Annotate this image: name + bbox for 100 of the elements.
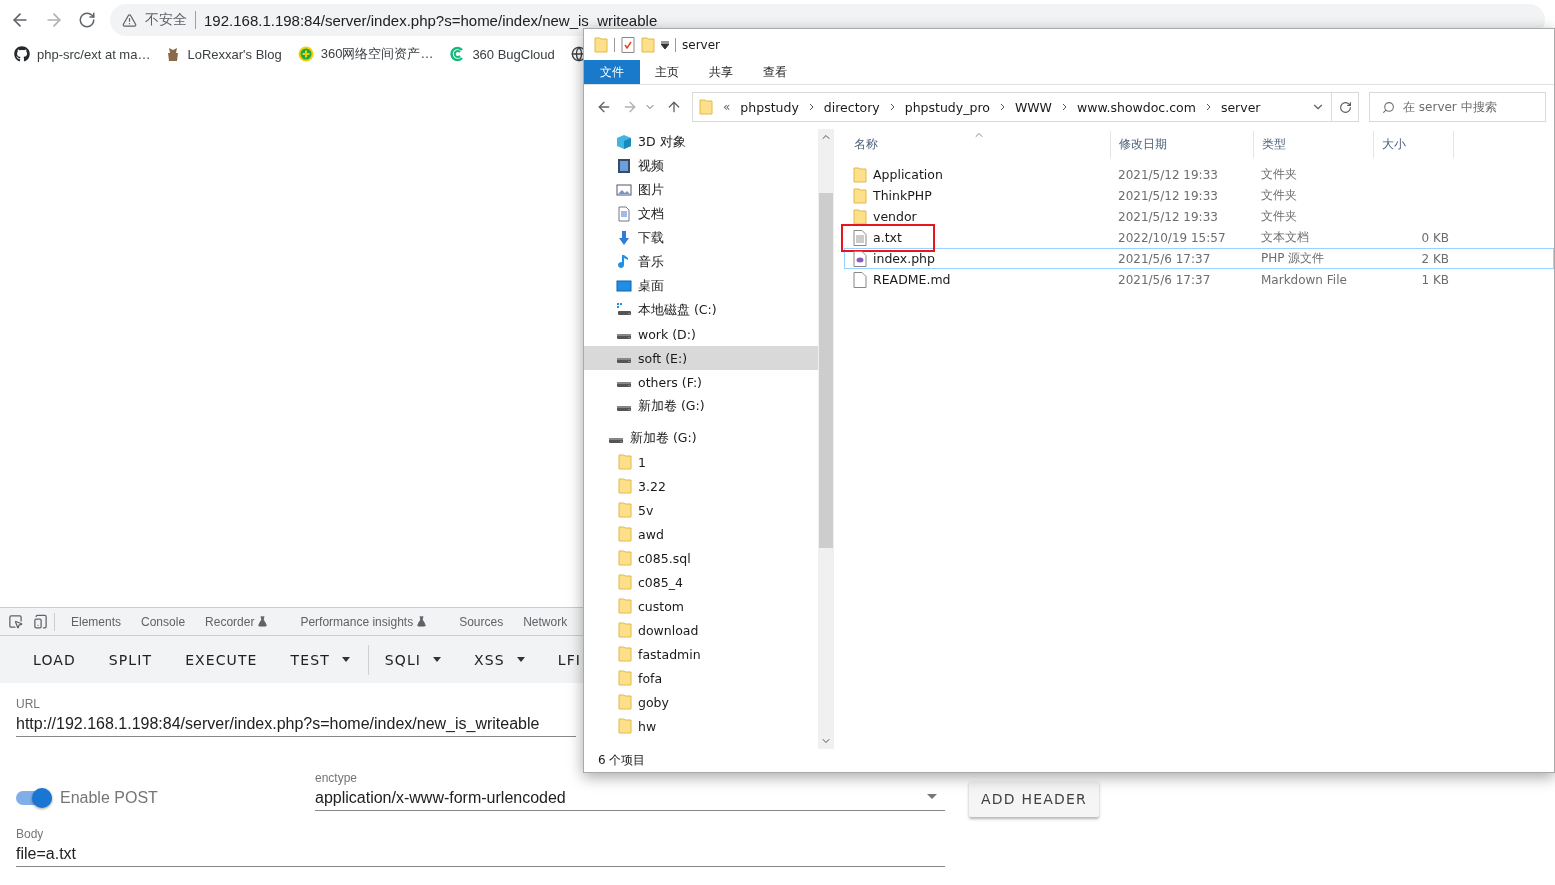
url-field[interactable]: URL http://192.168.1.198:84/server/index.php?s=home/index/new_is_writeable [16, 697, 576, 737]
toolbar-button[interactable]: SPLIT [91, 644, 169, 675]
toolbar-button[interactable]: EXECUTE [168, 644, 274, 675]
folder-icon [618, 478, 632, 494]
tree-item[interactable]: goby [584, 690, 818, 714]
toolbar-button[interactable]: LOAD [16, 644, 92, 675]
tree-item[interactable]: 视频 [584, 154, 818, 178]
folder-icon [594, 36, 608, 53]
properties-icon [621, 36, 635, 53]
device-icon[interactable] [33, 614, 48, 629]
file-row[interactable]: vendor 2021/5/12 19:33 文件夹 [844, 206, 1554, 227]
type-cell-text: 文件夹 [1260, 166, 1298, 183]
caret-icon [927, 793, 937, 799]
tree-item[interactable]: c085_4 [584, 570, 818, 594]
devtools-tab[interactable]: Console [131, 614, 196, 629]
add-header-button[interactable]: ADD HEADER [969, 781, 1099, 817]
breadcrumb[interactable]: directory [823, 99, 880, 115]
tree-item[interactable]: soft (E:) [584, 346, 818, 370]
tree-item[interactable]: custom [584, 594, 818, 618]
tree-item[interactable]: 音乐 [584, 250, 818, 274]
tree-item[interactable]: download [584, 618, 818, 642]
file-row[interactable]: Application 2021/5/12 19:33 文件夹 [844, 164, 1554, 185]
tree-item[interactable]: 本地磁盘 (C:) [584, 298, 818, 322]
column-header[interactable]: 修改日期 [1111, 131, 1254, 158]
back-icon[interactable] [596, 99, 612, 115]
folder-icon [699, 99, 713, 115]
breadcrumb[interactable]: phpstudy [740, 99, 799, 115]
tree-item[interactable]: awd [584, 522, 818, 546]
date-cell-text: 2021/5/12 19:33 [1117, 209, 1219, 224]
ribbon-tab[interactable]: 文件 [584, 60, 640, 84]
tree-item[interactable]: 文档 [584, 202, 818, 226]
item-count: 6 个项目 [598, 752, 646, 769]
address-bar[interactable]: « phpstudy directory phpstudy_pro WWW www.showdoc.com server [692, 92, 1332, 122]
tree-item[interactable]: work (D:) [584, 322, 818, 346]
post-toggle[interactable] [16, 791, 52, 805]
tree-item[interactable]: 1 [584, 450, 818, 474]
tree-item[interactable]: 5v [584, 498, 818, 522]
folder-icon [618, 622, 632, 638]
file-name: ThinkPHP [845, 187, 1110, 204]
breadcrumb[interactable]: phpstudy_pro [904, 99, 990, 115]
bookmark[interactable]: LoRexxar's Blog [166, 46, 282, 62]
tree-item[interactable]: 图片 [584, 178, 818, 202]
bookmark[interactable]: 360 BugCloud [449, 46, 555, 62]
toolbar-button[interactable]: TEST [273, 644, 366, 675]
breadcrumb[interactable]: www.showdoc.com [1077, 99, 1196, 115]
drive-icon [616, 405, 632, 412]
file-icon [853, 271, 867, 288]
reload-icon[interactable] [78, 11, 96, 29]
breadcrumb[interactable]: WWW [1014, 99, 1052, 115]
refresh-button[interactable] [1331, 92, 1359, 122]
tree-item[interactable]: 3.22 [584, 474, 818, 498]
breadcrumb[interactable]: server [1220, 99, 1261, 115]
inspect-icon[interactable] [8, 614, 23, 629]
ribbon-tab[interactable]: 查看 [748, 60, 802, 84]
tree-item[interactable]: 桌面 [584, 274, 818, 298]
tree-item[interactable]: c085.sql [584, 546, 818, 570]
folder-icon [618, 550, 632, 566]
date-cell-text: 2021/5/6 17:37 [1117, 272, 1212, 287]
tree-item[interactable]: others (F:) [584, 370, 818, 394]
dropdown-icon[interactable] [661, 40, 669, 49]
bookmark[interactable]: php-src/ext at ma… [14, 46, 151, 62]
tree-item[interactable]: 新加卷 (G:) [584, 426, 818, 450]
column-header[interactable]: 名称 [846, 131, 1111, 158]
refresh-icon [1338, 100, 1352, 114]
tree-item[interactable]: hw [584, 714, 818, 738]
c-shape-icon [449, 46, 466, 62]
file-row[interactable]: index.php 2021/5/6 17:37 PHP 源文件 2 KB [844, 248, 1554, 269]
file-row[interactable]: ThinkPHP 2021/5/12 19:33 文件夹 [844, 185, 1554, 206]
search-field[interactable]: 在 server 中搜索 [1369, 92, 1546, 122]
devtools-tab[interactable]: Elements [61, 614, 132, 629]
chevron-right-icon [1205, 103, 1211, 111]
folder-icon [618, 454, 632, 470]
file-name: README.md [845, 271, 1110, 288]
devtools-tab[interactable]: Network [513, 614, 578, 629]
body-field[interactable]: Body file=a.txt [16, 827, 945, 867]
ribbon-tab[interactable]: 主页 [640, 60, 694, 84]
column-header[interactable]: 类型 [1254, 131, 1374, 158]
up-icon[interactable] [666, 99, 682, 115]
devtools-tab[interactable]: Recorder [195, 614, 291, 629]
file-row[interactable]: a.txt 2022/10/19 15:57 文本文档 0 KB [844, 227, 1554, 248]
caret-icon [433, 657, 442, 662]
toolbar-button[interactable]: SQLI [367, 644, 458, 675]
devtools-tab[interactable]: Sources [449, 614, 514, 629]
ribbon-tab[interactable]: 共享 [694, 60, 748, 84]
size-cell-text: 0 KB [1420, 230, 1450, 245]
tree-item[interactable]: 3D 对象 [584, 130, 818, 154]
window-title: server [682, 37, 720, 52]
date-cell-text: 2022/10/19 15:57 [1117, 230, 1227, 245]
toolbar-button[interactable]: XSS [457, 644, 541, 675]
tree-item[interactable]: 新加卷 (G:) [584, 394, 818, 418]
date-cell-text: 2021/5/12 19:33 [1117, 188, 1219, 203]
folder-icon [618, 574, 632, 590]
bookmark[interactable]: 360网络空间资产… [297, 45, 434, 63]
tree-item[interactable]: 下载 [584, 226, 818, 250]
column-header[interactable]: 大小 [1374, 131, 1454, 158]
drive-icon [608, 437, 624, 444]
warning-icon [122, 12, 137, 28]
devtools-tab[interactable]: Performance insights [290, 614, 450, 629]
file-row[interactable]: README.md 2021/5/6 17:37 Markdown File 1 KB [844, 269, 1554, 290]
file-name: a.txt [845, 229, 1110, 246]
